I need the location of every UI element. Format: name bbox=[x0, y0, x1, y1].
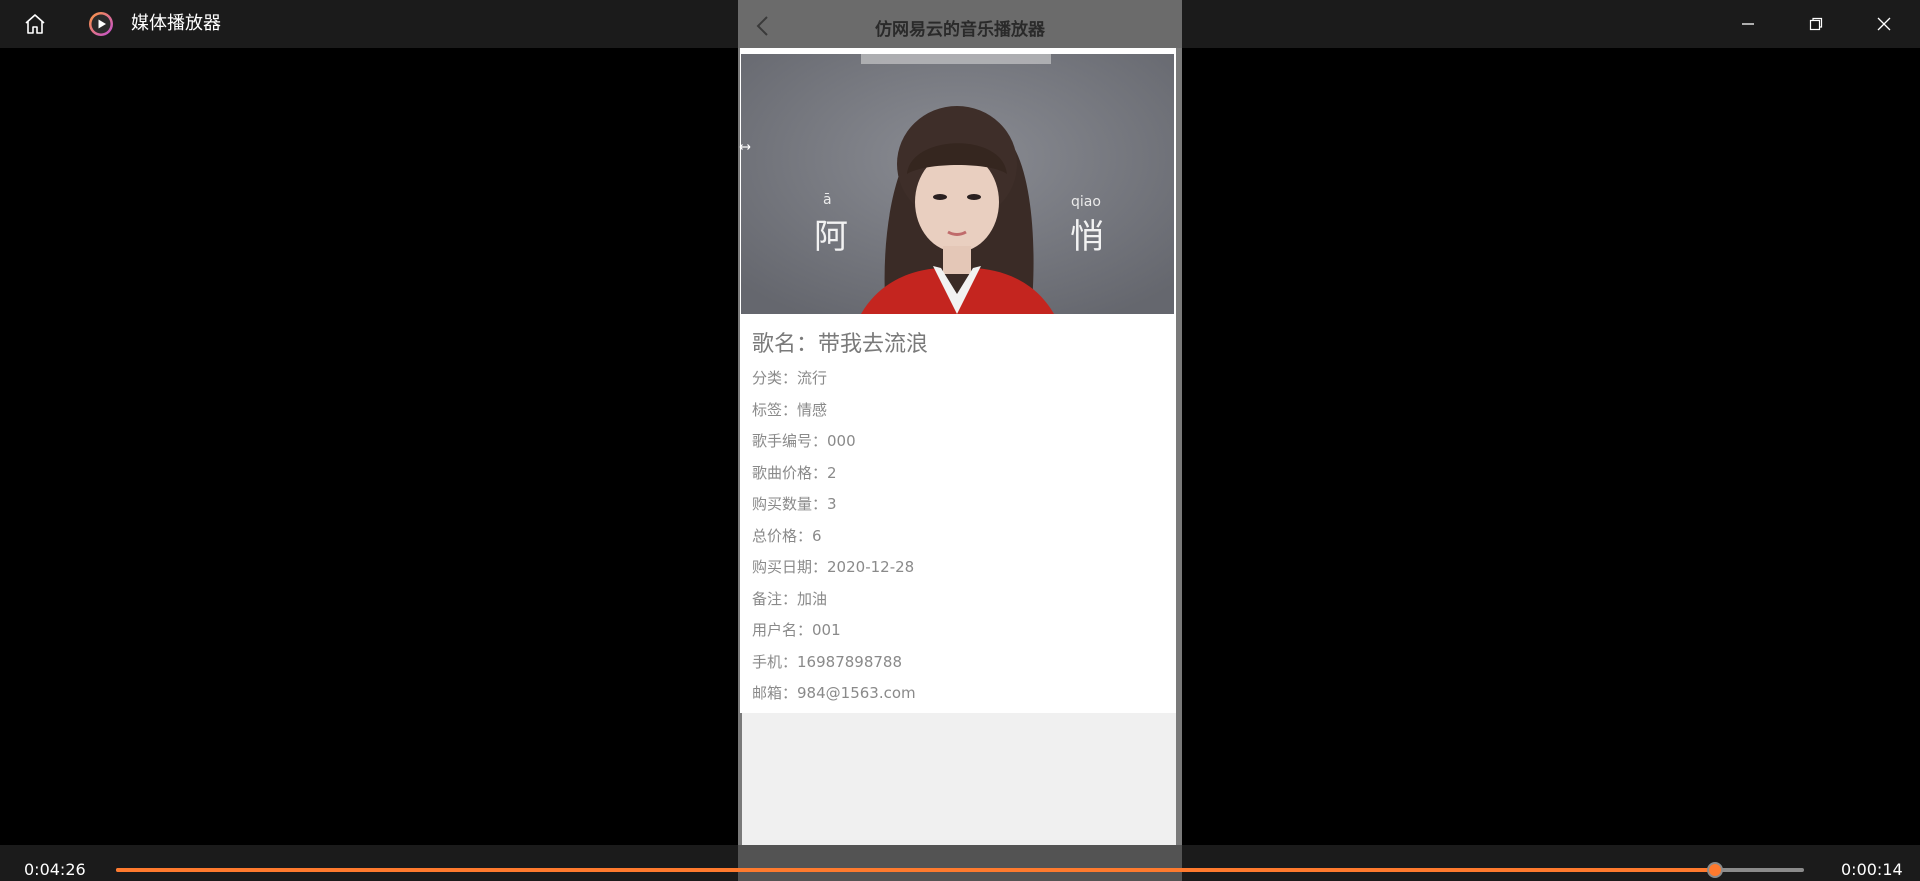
song-title-label: 歌名： bbox=[752, 332, 819, 357]
info-row: 分类：流行 bbox=[752, 368, 1172, 400]
info-label: 购买数量： bbox=[752, 495, 828, 513]
album-cover-art bbox=[741, 54, 1174, 314]
info-value: 001 bbox=[812, 621, 841, 639]
info-label: 分类： bbox=[752, 369, 798, 387]
info-value: 情感 bbox=[797, 400, 828, 419]
info-row: 手机：16987898788 bbox=[752, 652, 1172, 684]
info-value: 984@1563.com bbox=[797, 684, 916, 702]
app-header: 仿网易云的音乐播放器 bbox=[738, 0, 1182, 48]
info-label: 歌曲价格： bbox=[752, 463, 828, 482]
resize-cursor-icon bbox=[739, 144, 751, 150]
song-title: 歌名：带我去流浪 bbox=[752, 326, 928, 358]
info-value: 000 bbox=[827, 432, 856, 450]
info-label: 邮箱： bbox=[752, 684, 798, 702]
play-circle-icon bbox=[89, 12, 113, 36]
info-value: 2 bbox=[827, 463, 837, 482]
info-label: 总价格： bbox=[752, 526, 813, 545]
elapsed-time: 0:04:26 bbox=[24, 860, 86, 879]
home-icon bbox=[25, 14, 45, 34]
minimize-icon bbox=[1742, 23, 1754, 25]
info-row: 歌曲价格：2 bbox=[752, 463, 1172, 495]
info-label: 歌手编号： bbox=[752, 432, 828, 450]
info-value: 16987898788 bbox=[797, 652, 902, 671]
song-title-value: 带我去流浪 bbox=[818, 332, 929, 357]
info-label: 标签： bbox=[752, 400, 798, 419]
frame-edge-right bbox=[1176, 0, 1182, 845]
info-label: 备注： bbox=[752, 589, 798, 608]
info-value: 2020-12-28 bbox=[827, 558, 915, 576]
info-row: 标签：情感 bbox=[752, 400, 1172, 432]
info-label: 用户名： bbox=[752, 621, 813, 639]
info-value: 流行 bbox=[797, 369, 828, 387]
window-title: 媒体播放器 bbox=[131, 13, 221, 34]
info-label: 手机： bbox=[752, 652, 798, 671]
info-row: 总价格：6 bbox=[752, 526, 1172, 558]
info-row: 邮箱：984@1563.com bbox=[752, 683, 1172, 715]
remaining-time: 0:00:14 bbox=[1841, 860, 1903, 879]
seek-bar[interactable] bbox=[116, 862, 1804, 878]
info-row: 购买日期：2020-12-28 bbox=[752, 557, 1172, 589]
minimize-button[interactable] bbox=[1714, 0, 1782, 48]
cover-right-char: 悄 bbox=[1070, 217, 1104, 257]
close-button[interactable] bbox=[1850, 0, 1918, 48]
info-row: 备注：加油 bbox=[752, 589, 1172, 621]
restore-button[interactable] bbox=[1782, 0, 1850, 48]
seek-thumb[interactable] bbox=[1707, 862, 1724, 878]
close-icon bbox=[1877, 17, 1891, 31]
playback-control-bar: 0:04:26 0:00:14 bbox=[0, 845, 1920, 881]
info-label: 购买日期： bbox=[752, 558, 828, 576]
control-bar-frame-overlay bbox=[738, 845, 1182, 881]
info-value: 6 bbox=[812, 526, 822, 545]
seek-bar-progress bbox=[116, 868, 1716, 872]
restore-icon bbox=[1809, 17, 1823, 31]
album-cover: ā 阿 qiao 悄 bbox=[741, 54, 1174, 314]
info-value: 3 bbox=[827, 495, 837, 513]
cover-left-pinyin: ā bbox=[823, 192, 832, 208]
home-button[interactable] bbox=[18, 8, 52, 40]
info-row: 用户名：001 bbox=[752, 620, 1172, 652]
info-row: 歌手编号：000 bbox=[752, 431, 1172, 463]
cover-left-char: 阿 bbox=[814, 217, 848, 257]
info-row: 购买数量：3 bbox=[752, 494, 1172, 526]
info-value: 加油 bbox=[797, 589, 828, 608]
song-detail-card: ā 阿 qiao 悄 歌名：带我去流浪 分类：流行 标签：情感 歌手编号：000 歌曲… bbox=[740, 48, 1176, 713]
media-player-window: 媒体播放器 仿网易云的音乐播放器 ā 阿 qiao 悄 歌名：带我去流浪 分类：… bbox=[0, 0, 1920, 881]
song-info-list: 分类：流行 标签：情感 歌手编号：000 歌曲价格：2 购买数量：3 总价格：6 购买日期：… bbox=[752, 368, 1172, 715]
cover-right-pinyin: qiao bbox=[1071, 194, 1101, 210]
